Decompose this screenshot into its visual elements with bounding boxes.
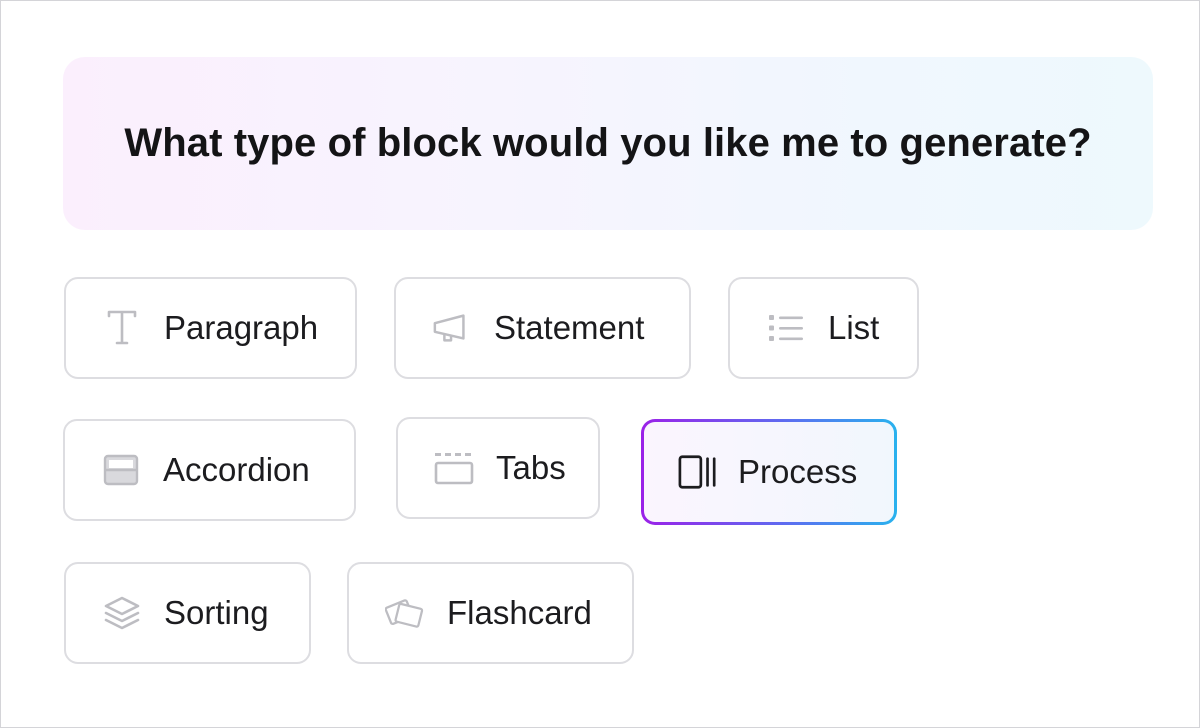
bulleted-list-icon [766, 308, 806, 348]
flashcard-option-button[interactable]: Flashcard [347, 562, 634, 664]
process-icon [678, 452, 718, 492]
process-option-label: Process [738, 453, 858, 490]
prompt-banner: What type of block would you like me to … [63, 57, 1153, 230]
process-option-button[interactable]: Process [641, 419, 897, 525]
text-t-icon [102, 308, 142, 348]
dialog-frame: What type of block would you like me to … [0, 0, 1200, 728]
megaphone-icon [432, 308, 472, 348]
flashcard-option-label: Flashcard [447, 594, 592, 631]
flashcard-icon [385, 593, 425, 633]
sorting-option-button[interactable]: Sorting [64, 562, 311, 664]
paragraph-option-label: Paragraph [164, 309, 319, 346]
sorting-option-label: Sorting [164, 594, 269, 631]
statement-option-button[interactable]: Statement [394, 277, 691, 379]
tabs-option-button[interactable]: Tabs [396, 417, 600, 519]
paragraph-option-button[interactable]: Paragraph [64, 277, 357, 379]
tabs-option-label: Tabs [496, 449, 566, 486]
accordion-icon [101, 450, 141, 490]
accordion-option-button[interactable]: Accordion [63, 419, 356, 521]
layers-icon [102, 593, 142, 633]
list-option-label: List [828, 309, 880, 346]
list-option-button[interactable]: List [728, 277, 919, 379]
prompt-question: What type of block would you like me to … [124, 121, 1092, 165]
statement-option-label: Statement [494, 309, 645, 346]
tabs-icon [434, 448, 474, 488]
accordion-option-label: Accordion [163, 451, 310, 488]
